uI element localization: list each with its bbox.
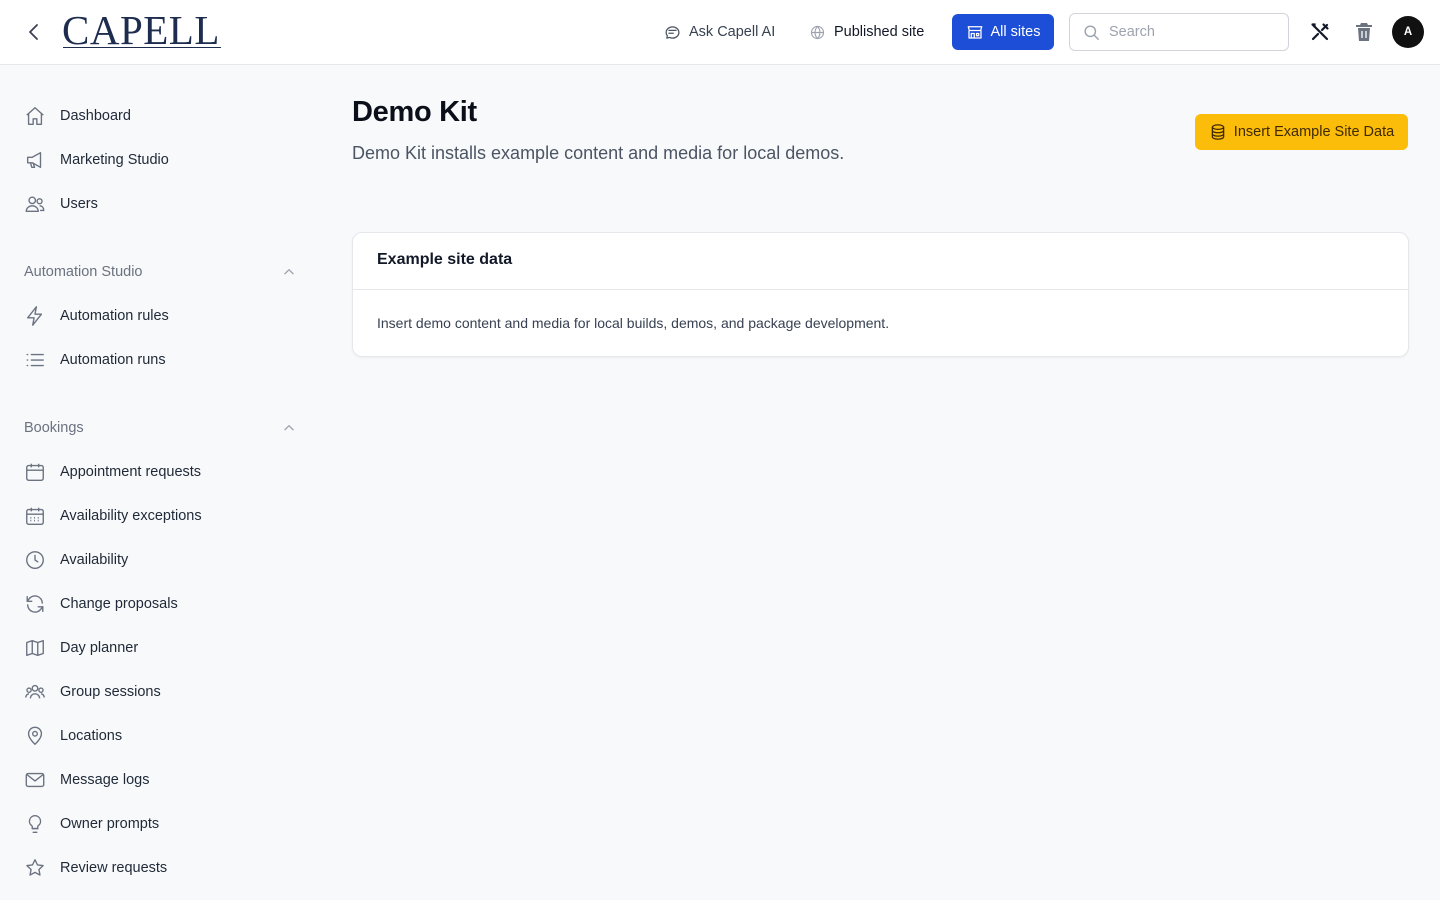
sidebar-item-automation-rules[interactable]: Automation rules xyxy=(24,302,294,330)
sidebar-item-label: Marketing Studio xyxy=(60,152,169,168)
wrench-screwdriver-icon[interactable] xyxy=(1308,20,1332,44)
sidebar-item-label: Owner prompts xyxy=(60,816,160,832)
globe-icon xyxy=(810,25,825,39)
sidebar-item-dashboard[interactable]: Dashboard xyxy=(24,102,294,130)
chat-bubble-icon xyxy=(665,25,680,39)
sidebar-group-bookings[interactable]: Bookings xyxy=(24,416,296,440)
chevron-up-icon xyxy=(284,425,294,431)
light-bulb-icon xyxy=(28,815,42,833)
insert-button-label: Insert Example Site Data xyxy=(1233,124,1395,140)
sidebar-item-review-requests[interactable]: Review requests xyxy=(24,854,294,882)
ask-ai-button[interactable]: Ask Capell AI xyxy=(664,20,775,44)
sidebar-item-locations[interactable]: Locations xyxy=(24,722,294,750)
page-subtitle: Demo Kit installs example content and me… xyxy=(352,143,845,163)
building-storefront-icon xyxy=(967,26,982,39)
sidebar-item-label: Dashboard xyxy=(60,108,131,124)
sidebar-item-label: Users xyxy=(60,196,98,212)
sidebar-item-label: Appointment requests xyxy=(60,464,202,480)
card-divider xyxy=(353,289,1408,290)
page-title: Demo Kit xyxy=(352,96,477,128)
sidebar: Dashboard Marketing Studio Users Automat… xyxy=(0,65,310,900)
sidebar-item-label: Review requests xyxy=(60,860,168,876)
search-icon xyxy=(1084,24,1099,40)
sidebar-item-availability[interactable]: Availability xyxy=(24,546,294,574)
sidebar-item-appointment-requests[interactable]: Appointment requests xyxy=(24,458,294,486)
star-icon xyxy=(26,859,44,876)
logo-text: CAPELL xyxy=(62,7,220,53)
megaphone-icon xyxy=(26,151,42,169)
sidebar-group-label: Bookings xyxy=(24,420,84,436)
trash-icon[interactable] xyxy=(1352,20,1376,44)
insert-example-site-data-button[interactable]: Insert Example Site Data xyxy=(1195,114,1408,150)
sidebar-item-change-proposals[interactable]: Change proposals xyxy=(24,590,294,618)
sidebar-group-label: Automation Studio xyxy=(24,264,143,280)
map-pin-icon xyxy=(27,726,43,746)
published-site-label: Published site xyxy=(834,24,925,40)
sidebar-item-label: Day planner xyxy=(60,640,139,656)
all-sites-button[interactable]: All sites xyxy=(952,14,1054,50)
user-avatar[interactable]: A xyxy=(1392,16,1424,48)
example-site-data-card: Example site data Insert demo content an… xyxy=(352,232,1409,357)
sidebar-item-automation-runs[interactable]: Automation runs xyxy=(24,346,294,374)
sidebar-item-label: Availability exceptions xyxy=(60,508,202,524)
sidebar-item-availability-exceptions[interactable]: Availability exceptions xyxy=(24,502,294,530)
map-icon xyxy=(26,639,44,657)
database-icon xyxy=(1211,124,1225,140)
sidebar-item-label: Message logs xyxy=(60,772,150,788)
calendar-icon xyxy=(26,463,44,481)
all-sites-label: All sites xyxy=(990,24,1041,40)
sidebar-group-automation-studio[interactable]: Automation Studio xyxy=(24,260,296,284)
sidebar-item-label: Group sessions xyxy=(60,684,161,700)
card-title: Example site data xyxy=(377,251,513,268)
search-box[interactable] xyxy=(1069,13,1289,51)
sidebar-item-label: Automation rules xyxy=(60,308,169,324)
chevron-up-icon xyxy=(284,269,294,275)
sidebar-item-label: Availability xyxy=(60,552,129,568)
sidebar-item-group-sessions[interactable]: Group sessions xyxy=(24,678,294,706)
sidebar-item-label: Change proposals xyxy=(60,596,178,612)
home-icon xyxy=(26,107,44,125)
published-site-link[interactable]: Published site xyxy=(809,20,924,44)
refresh-icon xyxy=(26,595,44,613)
sidebar-item-owner-prompts[interactable]: Owner prompts xyxy=(24,810,294,838)
chevron-left-icon[interactable] xyxy=(22,20,46,44)
search-input[interactable] xyxy=(1109,24,1269,40)
card-description: Insert demo content and media for local … xyxy=(377,315,890,331)
capell-logo[interactable]: CAPELL xyxy=(62,9,224,51)
user-group-icon xyxy=(25,684,45,699)
logo-underline xyxy=(63,47,221,48)
users-icon xyxy=(25,196,45,213)
sidebar-item-day-planner[interactable]: Day planner xyxy=(24,634,294,662)
list-icon xyxy=(26,353,44,367)
envelope-icon xyxy=(25,772,45,788)
top-bar: CAPELL Ask Capell AI Published site All … xyxy=(0,0,1440,65)
sidebar-item-users[interactable]: Users xyxy=(24,190,294,218)
sidebar-item-label: Automation runs xyxy=(60,352,166,368)
ask-ai-label: Ask Capell AI xyxy=(689,24,776,40)
sidebar-item-label: Locations xyxy=(60,728,123,744)
sidebar-item-message-logs[interactable]: Message logs xyxy=(24,766,294,794)
clock-icon xyxy=(26,551,44,569)
sidebar-item-marketing-studio[interactable]: Marketing Studio xyxy=(24,146,294,174)
calendar-days-icon xyxy=(26,507,44,525)
bolt-icon xyxy=(26,306,43,326)
